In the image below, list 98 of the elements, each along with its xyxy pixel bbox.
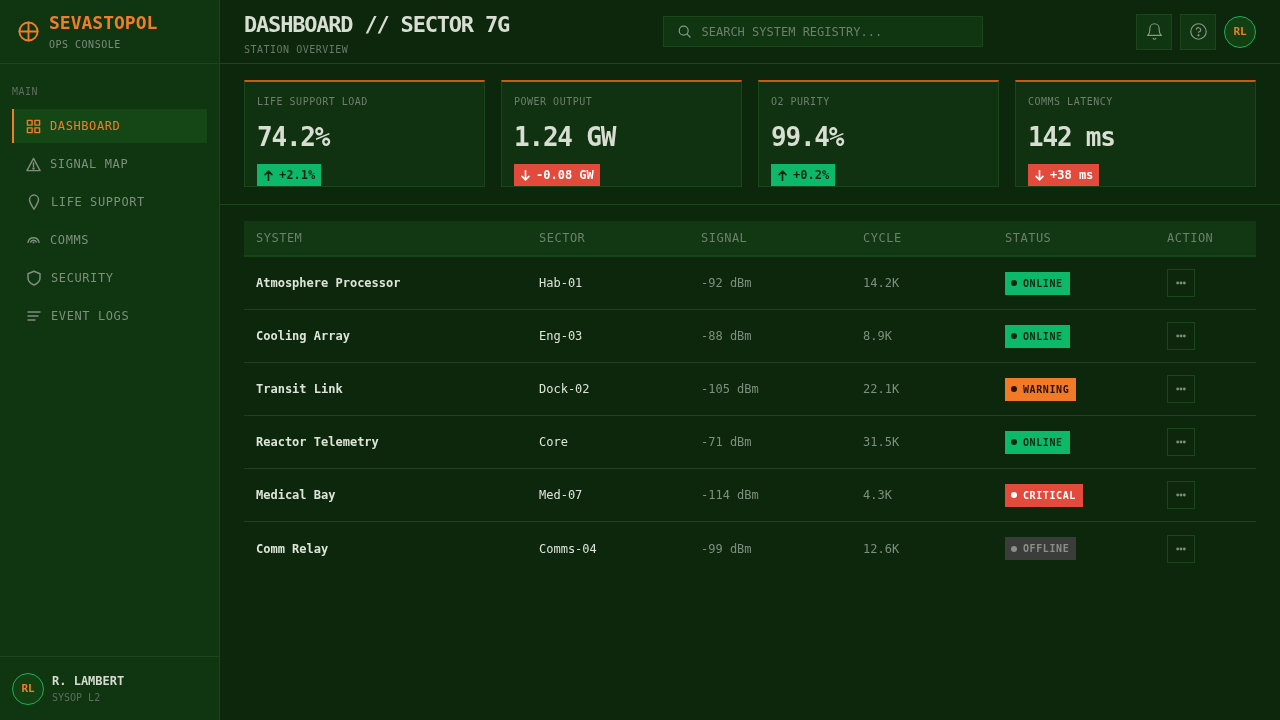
help-icon (1189, 23, 1207, 40)
logo-icon (18, 21, 39, 42)
table-cell-text: Comm Relay (255, 541, 329, 556)
table-cell-text: Eng-03 (538, 329, 583, 343)
more-button[interactable] (1167, 375, 1195, 403)
status-label: OFFLINE (1023, 543, 1070, 554)
delta-value: +0.2% (793, 168, 830, 182)
nav-item[interactable]: SIGNAL MAP (12, 147, 207, 181)
table-cell-text: Atmosphere Processor (255, 276, 401, 290)
delta-value: -0.08 GW (536, 168, 594, 182)
stat-value: 99.4% (771, 123, 844, 151)
user-avatar: RL (12, 672, 44, 705)
notifications-button[interactable] (1136, 13, 1172, 50)
table-cell-text: Core (538, 435, 568, 449)
stat-label: O2 PURITY (771, 96, 830, 108)
user-name: R. LAMBERT (52, 673, 125, 688)
stat-value: 1.24 GW (514, 123, 616, 151)
stat-label: POWER OUTPUT (514, 96, 593, 108)
status-dot-icon (1011, 492, 1017, 498)
more-icon (1176, 281, 1186, 285)
table-cell-text: 14.2K (862, 276, 900, 290)
table-cell-text: Dock-02 (538, 382, 590, 396)
delta-value: +38 ms (1050, 168, 1094, 182)
nav-item[interactable]: SECURITY (12, 261, 207, 295)
status-dot-icon (1011, 333, 1017, 339)
status-label: CRITICAL (1023, 489, 1076, 501)
search-field[interactable]: SEARCH SYSTEM REGISTRY... (662, 16, 983, 47)
table-cell-text: 22.1K (862, 382, 900, 396)
nav-item[interactable]: DASHBOARD (12, 109, 207, 143)
more-button[interactable] (1167, 269, 1195, 297)
stat-value: 74.2% (257, 123, 330, 151)
column-header: ACTION (1166, 231, 1215, 245)
bell-icon (1145, 23, 1163, 40)
table-cell-text: -99 dBm (700, 541, 752, 556)
status-dot-icon (1011, 280, 1017, 286)
brand-name: SEVASTOPOL (49, 12, 158, 33)
status-label: ONLINE (1023, 330, 1063, 342)
table-cell-text: -88 dBm (700, 329, 752, 343)
page-title: DASHBOARD // SECTOR 7G (244, 12, 509, 38)
more-button[interactable] (1167, 322, 1195, 350)
more-icon (1176, 546, 1186, 551)
more-icon (1176, 493, 1186, 497)
table-cell-text: -105 dBm (700, 382, 759, 396)
table-cell-text: -92 dBm (700, 276, 752, 290)
list-icon (27, 310, 41, 322)
status-label: ONLINE (1023, 277, 1063, 289)
more-button[interactable] (1167, 534, 1195, 563)
table-cell-text: 31.5K (862, 435, 900, 449)
more-icon (1176, 440, 1186, 444)
section-label: MAIN (12, 86, 40, 98)
column-header: CYCLE (862, 231, 903, 245)
nav-item[interactable]: LIFE SUPPORT (12, 185, 207, 219)
stat-label: COMMS LATENCY (1028, 96, 1113, 108)
table-cell-text: Med-07 (538, 488, 583, 502)
stat-label: LIFE SUPPORT LOAD (257, 96, 368, 108)
table-cell-text: Transit Link (255, 382, 343, 396)
shield-icon (27, 270, 41, 286)
arrow-up-icon (264, 169, 273, 181)
status-dot-icon (1011, 439, 1017, 445)
status-label: WARNING (1023, 383, 1070, 395)
delta-value: +2.1% (279, 168, 316, 182)
arrow-up-icon (778, 169, 787, 181)
table-cell-text: Cooling Array (255, 329, 350, 343)
column-header: SECTOR (538, 231, 587, 245)
table-cell-text: -71 dBm (700, 435, 752, 449)
user-role: SYSOP L2 (52, 691, 102, 704)
signal-icon (27, 236, 40, 244)
arrow-down-icon (1035, 169, 1044, 181)
page-subtitle: STATION OVERVIEW (244, 44, 350, 56)
table-cell-text: Medical Bay (255, 488, 336, 502)
table-cell-text: 8.9K (862, 329, 892, 343)
status-dot-icon (1011, 386, 1017, 392)
nav-item[interactable]: COMMS (12, 223, 207, 257)
more-icon (1176, 387, 1186, 391)
table-cell-text: 12.6K (862, 541, 900, 556)
table-cell-text: -114 dBm (700, 488, 759, 502)
nav-item[interactable]: EVENT LOGS (12, 299, 207, 333)
user-avatar[interactable]: RL (1224, 15, 1256, 48)
help-button[interactable] (1180, 13, 1216, 50)
status-dot-icon (1011, 545, 1017, 552)
table-cell-text: Comms-04 (538, 541, 597, 556)
brand-subtitle: OPS CONSOLE (49, 38, 122, 51)
column-header: STATUS (1004, 231, 1053, 245)
more-button[interactable] (1167, 428, 1195, 456)
status-label: ONLINE (1023, 436, 1063, 448)
warning-icon (26, 156, 41, 172)
search-icon (677, 25, 691, 38)
stat-value: 142 ms (1028, 123, 1115, 151)
grid-icon (26, 118, 41, 134)
column-header: SIGNAL (700, 231, 749, 245)
table-cell-text: 4.3K (862, 488, 892, 502)
pin-icon (28, 194, 40, 210)
arrow-down-icon (521, 169, 530, 181)
table-cell-text: Reactor Telemetry (255, 435, 379, 449)
more-button[interactable] (1167, 481, 1195, 509)
more-icon (1176, 334, 1186, 338)
column-header: SYSTEM (255, 231, 304, 245)
table-cell-text: Hab-01 (538, 276, 583, 290)
